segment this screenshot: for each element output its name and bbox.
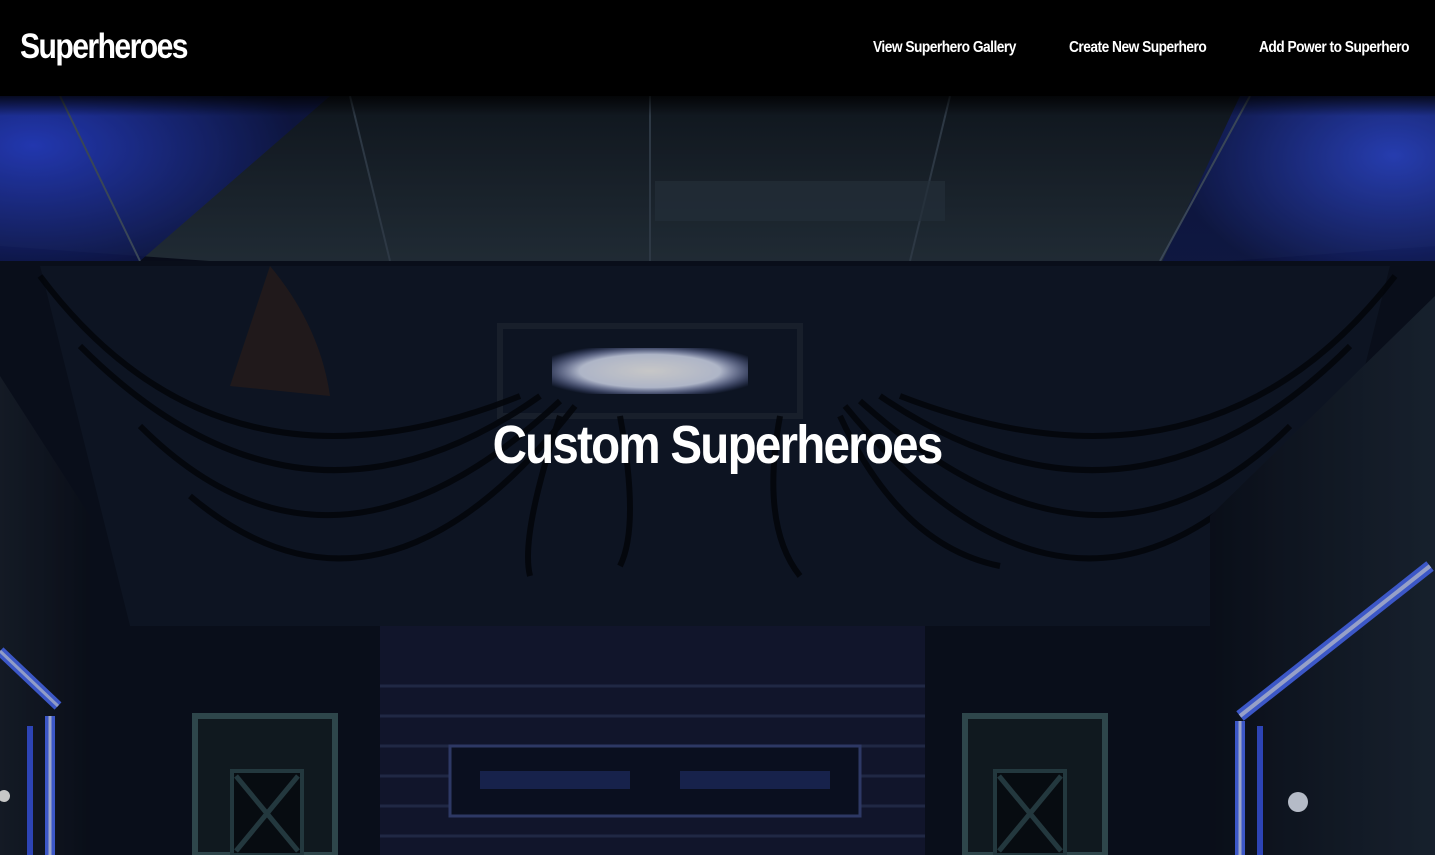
hero-title: Custom Superheroes (493, 415, 944, 476)
nav-link-add-power[interactable]: Add Power to Superhero (1259, 36, 1409, 60)
hero-background-image (0, 96, 1435, 855)
nav-link-view-gallery[interactable]: View Superhero Gallery (873, 36, 1016, 60)
hero-banner: Custom Superheroes (0, 96, 1435, 855)
site-brand-link[interactable]: Superheroes (20, 24, 189, 70)
top-navbar: Superheroes View Superhero Gallery Creat… (0, 0, 1435, 96)
nav-link-create-superhero[interactable]: Create New Superhero (1069, 36, 1207, 60)
